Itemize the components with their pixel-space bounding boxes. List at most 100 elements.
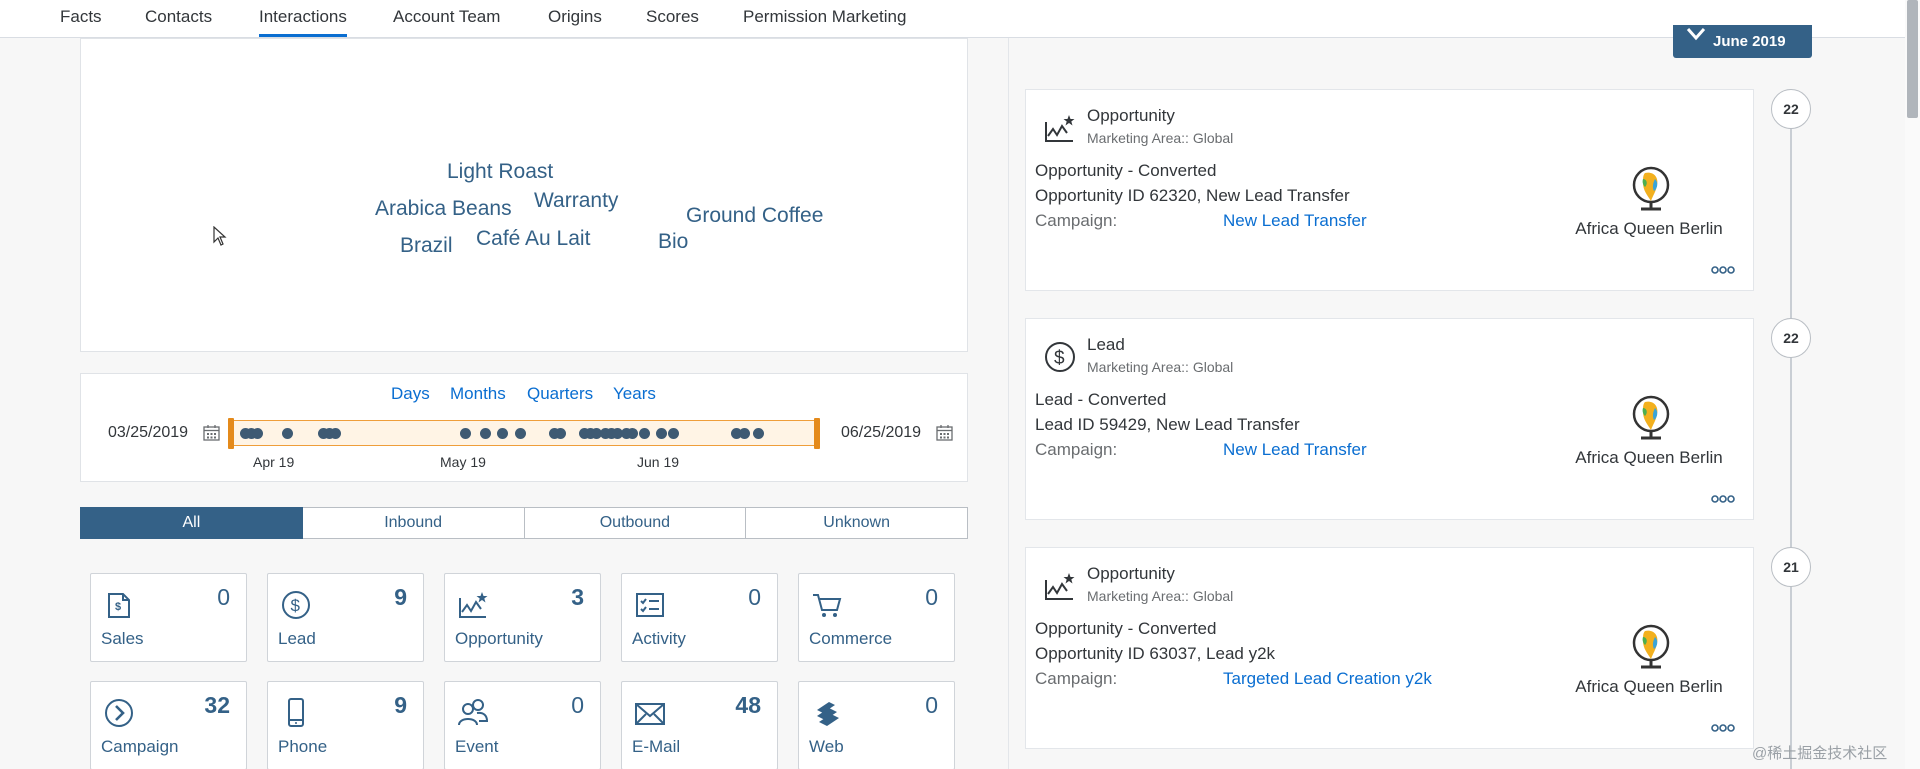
dollar-circle-icon: $ (1045, 342, 1075, 372)
tile-lead[interactable]: $ 9 Lead (267, 573, 424, 662)
svg-text:$: $ (115, 601, 121, 613)
tab-permission-marketing[interactable]: Permission Marketing (743, 0, 906, 37)
tile-opportunity[interactable]: 3 Opportunity (444, 573, 601, 662)
card-type: Opportunity (1087, 564, 1175, 583)
tile-commerce[interactable]: 0 Commerce (798, 573, 955, 662)
tile-label: Opportunity (455, 629, 543, 648)
shopping-cart-icon (813, 594, 842, 617)
word-cloud-term[interactable]: Brazil (400, 234, 453, 258)
interaction-dot (739, 428, 750, 439)
tab-account-team[interactable]: Account Team (393, 0, 500, 37)
more-options-icon[interactable] (1710, 263, 1736, 277)
tile-phone[interactable]: 9 Phone (267, 681, 424, 769)
interaction-card[interactable]: Opportunity Marketing Area:: Global Oppo… (1025, 547, 1754, 749)
campaign-label: Campaign: (1035, 211, 1118, 230)
tile-activity[interactable]: 0 Activity (621, 573, 778, 662)
word-cloud-term[interactable]: Bio (658, 230, 688, 254)
web-icon (817, 702, 839, 726)
tab-contacts[interactable]: Contacts (145, 0, 212, 37)
interaction-dot (639, 428, 650, 439)
interaction-dot (497, 428, 508, 439)
event-people-icon (458, 699, 489, 726)
filter-inbound-button[interactable]: Inbound (302, 507, 525, 539)
company-name[interactable]: Africa Queen Berlin (1573, 448, 1725, 468)
campaign-label: Campaign: (1035, 440, 1118, 459)
word-cloud-term[interactable]: Warranty (534, 189, 618, 213)
opportunity-chart-icon (459, 592, 488, 618)
interaction-dot (668, 428, 679, 439)
interaction-dot (555, 428, 566, 439)
more-options-icon[interactable] (1710, 492, 1736, 506)
filter-unknown-button[interactable]: Unknown (746, 507, 968, 539)
tab-scores[interactable]: Scores (646, 0, 699, 37)
timeline-line (1790, 112, 1792, 769)
tile-event[interactable]: 0 Event (444, 681, 601, 769)
company-name[interactable]: Africa Queen Berlin (1573, 677, 1725, 697)
day-badge: 22 (1771, 318, 1811, 358)
campaign-link[interactable]: Targeted Lead Creation y2k (1223, 669, 1432, 689)
campaign-link[interactable]: New Lead Transfer (1223, 211, 1367, 231)
tile-label: Commerce (809, 629, 893, 648)
tile-count: 32 (204, 692, 230, 718)
card-status: Opportunity - Converted (1035, 619, 1217, 638)
tile-count: 0 (571, 692, 584, 718)
tile-campaign[interactable]: 32 Campaign (90, 681, 247, 769)
range-quarters-link[interactable]: Quarters (527, 384, 593, 404)
range-end-handle[interactable] (814, 418, 820, 449)
range-start-handle[interactable] (228, 418, 234, 449)
interaction-dot (460, 428, 471, 439)
company-name[interactable]: Africa Queen Berlin (1573, 219, 1725, 239)
day-badge: 21 (1771, 547, 1811, 587)
interaction-dot (627, 428, 638, 439)
tick-label: Jun 19 (637, 454, 680, 470)
word-cloud-term[interactable]: Ground Coffee (686, 204, 823, 228)
tab-interactions[interactable]: Interactions (259, 0, 347, 37)
more-options-icon[interactable] (1710, 721, 1736, 735)
globe-icon (1632, 624, 1670, 669)
calendar-icon[interactable] (936, 424, 953, 441)
interaction-dot (753, 428, 764, 439)
card-marketing-area: Marketing Area:: Global (1087, 130, 1234, 146)
tile-count: 48 (735, 692, 761, 718)
interaction-card[interactable]: $ Lead Marketing Area:: Global Lead - Co… (1025, 318, 1754, 520)
month-collapse-button[interactable]: June 2019 (1673, 25, 1812, 58)
tile-count: 0 (925, 584, 938, 610)
sales-document-icon: $ (108, 593, 130, 618)
tile-count: 9 (394, 584, 407, 610)
range-years-link[interactable]: Years (613, 384, 656, 404)
campaign-link[interactable]: New Lead Transfer (1223, 440, 1367, 460)
tick-label: May 19 (440, 454, 486, 470)
card-description: Opportunity ID 63037, Lead y2k (1035, 644, 1276, 663)
word-cloud-term[interactable]: Café Au Lait (476, 227, 590, 251)
tile-label: Phone (278, 737, 328, 756)
start-date[interactable]: 03/25/2019 (108, 424, 188, 442)
filter-outbound-button[interactable]: Outbound (524, 507, 747, 539)
opportunity-chart-icon (1045, 115, 1075, 142)
filter-all-button[interactable]: All (80, 507, 303, 539)
interaction-dot (656, 428, 667, 439)
tile-email[interactable]: 48 E-Mail (621, 681, 778, 769)
direction-filter: All Inbound Outbound Unknown (80, 507, 968, 539)
tile-sales[interactable]: $ 0 Sales (90, 573, 247, 662)
tile-count: 9 (394, 692, 407, 718)
tile-count: 0 (217, 584, 230, 610)
range-days-link[interactable]: Days (391, 384, 430, 404)
word-cloud-term[interactable]: Light Roast (447, 160, 553, 184)
interaction-dot (330, 428, 341, 439)
opportunity-chart-icon (1045, 573, 1075, 600)
mouse-pointer-icon (213, 226, 227, 246)
tile-label: Campaign (101, 737, 179, 756)
tab-facts[interactable]: Facts (60, 0, 102, 37)
tile-count: 3 (571, 584, 584, 610)
range-months-link[interactable]: Months (450, 384, 506, 404)
tile-web[interactable]: 0 Web (798, 681, 955, 769)
end-date[interactable]: 06/25/2019 (841, 424, 921, 442)
tab-origins[interactable]: Origins (548, 0, 602, 37)
word-cloud-term[interactable]: Arabica Beans (375, 197, 512, 221)
interaction-card[interactable]: Opportunity Marketing Area:: Global Oppo… (1025, 89, 1754, 291)
card-marketing-area: Marketing Area:: Global (1087, 588, 1234, 604)
watermark: @稀土掘金技术社区 (1752, 745, 1888, 762)
scrollbar-thumb[interactable] (1907, 0, 1918, 118)
calendar-icon[interactable] (203, 424, 220, 441)
campaign-arrow-icon (105, 699, 133, 727)
